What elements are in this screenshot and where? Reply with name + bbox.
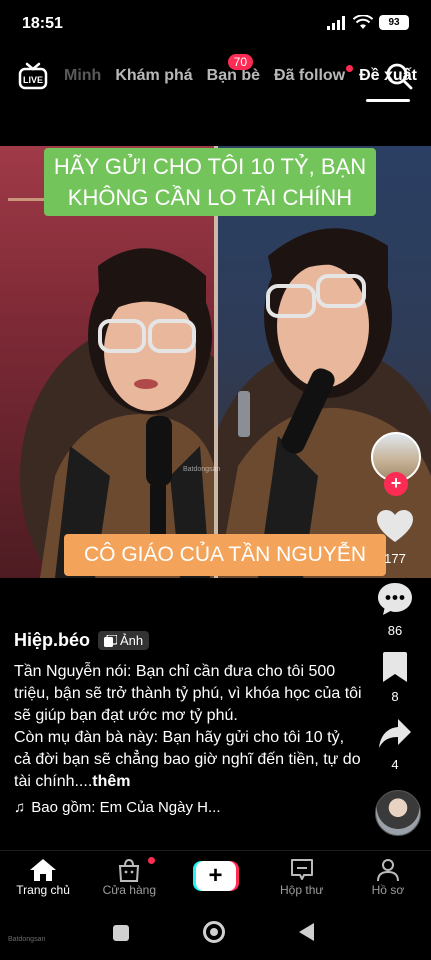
friends-count-badge: 70: [227, 54, 254, 70]
comment-count: 86: [387, 623, 403, 638]
shopping-bag-icon: [119, 858, 140, 882]
post-description[interactable]: Tần Nguyễn nói: Bạn chỉ cần đưa cho tôi …: [14, 661, 364, 793]
search-icon[interactable]: [385, 62, 413, 90]
battery-indicator: 93: [379, 15, 409, 30]
music-note-icon: ♫: [14, 799, 26, 816]
create-button[interactable]: +: [172, 851, 258, 914]
signal-icon: [327, 15, 345, 30]
wifi-icon: [353, 15, 373, 29]
comment-icon: [378, 583, 412, 615]
top-nav: LIVE Minh Khám phá Bạn bè 70 Đã follow Đ…: [0, 50, 431, 102]
status-time: 18:51: [22, 15, 63, 32]
system-nav-bar: Batdongsan: [0, 912, 431, 960]
share-count: 4: [391, 757, 399, 772]
caption-top: HÃY GỬI CHO TÔI 10 TỶ, BẠN KHÔNG CẦN LO …: [44, 148, 376, 216]
feed-tabs: Minh Khám phá Bạn bè 70 Đã follow Đề xuấ…: [62, 50, 424, 102]
tab-minh[interactable]: Minh: [62, 67, 108, 85]
music-title: Bao gồm: Em Của Ngày H...: [31, 799, 221, 816]
bottom-tab-bar: Trang chủ Cửa hàng + Hộp thư Hồ sơ: [0, 850, 431, 914]
like-count: 177: [384, 551, 406, 566]
save-button[interactable]: 8: [367, 652, 423, 704]
share-arrow-icon: [379, 719, 411, 748]
music-disc-avatar[interactable]: [375, 790, 421, 836]
comment-button[interactable]: 86: [367, 582, 423, 638]
photo-icon: [104, 634, 118, 647]
plus-icon: +: [195, 861, 236, 891]
music-row[interactable]: ♫ Bao gồm: Em Của Ngày H...: [14, 799, 364, 816]
photo-type-chip: Ảnh: [98, 631, 150, 650]
status-icons: 93: [327, 15, 409, 30]
watermark: Batdongsan: [183, 466, 221, 473]
live-icon[interactable]: LIVE: [18, 60, 48, 90]
corner-watermark: Batdongsan: [8, 936, 46, 943]
tab-inbox[interactable]: Hộp thư: [259, 851, 345, 914]
tab-explore[interactable]: Khám phá: [108, 67, 199, 85]
description-line: Còn mụ đàn bà này: Bạn hãy gửi cho tôi 1…: [14, 729, 361, 790]
recent-apps-button[interactable]: [113, 925, 129, 941]
profile-icon: [376, 859, 399, 882]
bookmark-icon: [383, 652, 407, 682]
follow-plus-button[interactable]: +: [384, 472, 408, 496]
back-button[interactable]: [299, 923, 314, 941]
share-button[interactable]: 4: [367, 718, 423, 772]
like-button[interactable]: 177: [367, 510, 423, 566]
home-icon: [30, 859, 57, 881]
save-count: 8: [391, 689, 399, 704]
inbox-icon: [290, 859, 313, 880]
author-name[interactable]: Hiệp.béo: [14, 630, 90, 651]
see-more-link[interactable]: thêm: [92, 773, 130, 790]
post-info: Hiệp.béo Ảnh Tần Nguyễn nói: Bạn chỉ cần…: [14, 630, 364, 816]
svg-text:LIVE: LIVE: [23, 75, 43, 85]
active-tab-indicator: [366, 99, 410, 102]
home-system-button[interactable]: [203, 921, 225, 943]
tab-home[interactable]: Trang chủ: [0, 851, 86, 914]
description-line: Tần Nguyễn nói: Bạn chỉ cần đưa cho tôi …: [14, 663, 362, 724]
tab-profile[interactable]: Hồ sơ: [345, 851, 431, 914]
tab-friends[interactable]: Bạn bè 70: [200, 54, 267, 85]
tab-shop[interactable]: Cửa hàng: [86, 851, 172, 914]
caption-bottom: CÔ GIÁO CỦA TẦN NGUYỄN: [64, 534, 386, 576]
status-bar: 18:51 93: [0, 0, 431, 48]
tab-following[interactable]: Đã follow: [267, 65, 354, 85]
heart-icon: [377, 510, 413, 542]
